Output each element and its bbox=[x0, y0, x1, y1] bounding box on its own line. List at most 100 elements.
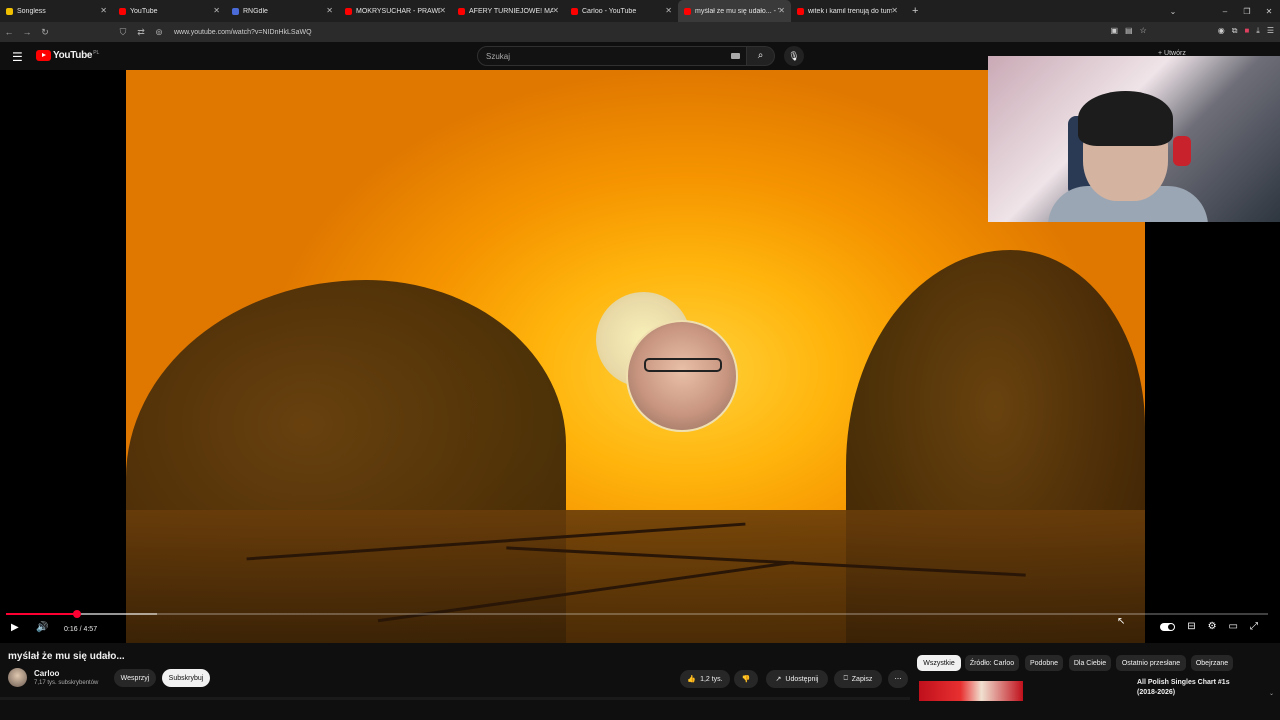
bookmark-star-icon[interactable]: ☆ bbox=[1140, 26, 1147, 36]
search-button[interactable]: ⌕ bbox=[747, 46, 775, 66]
search-placeholder: Szukaj bbox=[486, 52, 511, 61]
subtitles-icon[interactable]: ⊟ bbox=[1187, 621, 1195, 632]
browser-tab[interactable]: YouTube ✕ bbox=[113, 0, 226, 22]
tab-close-icon[interactable]: ✕ bbox=[439, 6, 446, 15]
tab-title: YouTube bbox=[130, 7, 158, 15]
microphone-icon: 🎙 bbox=[788, 51, 800, 61]
browser-tab[interactable]: RNGdle ✕ bbox=[226, 0, 339, 22]
thumbs-down-icon: 👎 bbox=[741, 676, 751, 683]
filter-chip[interactable]: Dla Ciebie bbox=[1069, 655, 1111, 671]
recommended-title[interactable]: All Polish Singles Chart #1s (2018-2026) bbox=[1137, 678, 1247, 698]
sun-face-overlay bbox=[626, 320, 738, 432]
forward-icon[interactable]: → bbox=[18, 27, 36, 37]
share-icon: ↗ bbox=[775, 676, 782, 683]
webcam-overlay bbox=[988, 56, 1280, 222]
reload-icon[interactable]: ↻ bbox=[36, 27, 54, 38]
settings-icon[interactable]: ⚙ bbox=[1208, 621, 1217, 632]
miniplayer-icon[interactable]: ▭ bbox=[1229, 621, 1238, 632]
new-tab-button[interactable]: + bbox=[912, 5, 918, 17]
shield-icon[interactable]: ⛉ bbox=[114, 27, 132, 38]
browser-tab[interactable]: myślał że mu się udało... - YouT✕ bbox=[678, 0, 791, 22]
dislike-button[interactable]: 👎 bbox=[734, 670, 758, 688]
window-controls: ⌄ – ❐ ✕ bbox=[1162, 0, 1280, 22]
tab-close-icon[interactable]: ✕ bbox=[891, 6, 898, 15]
logo-country: PL bbox=[93, 49, 100, 56]
page-scroll-divider bbox=[0, 697, 910, 700]
url-field[interactable]: www.youtube.com/watch?v=NIDnHkLSaWQ bbox=[174, 29, 312, 36]
filter-chip[interactable]: Obejrzane bbox=[1191, 655, 1233, 671]
more-icon: ⋯ bbox=[894, 676, 902, 683]
minimize-icon[interactable]: – bbox=[1214, 7, 1236, 16]
extension-icon[interactable]: ■ bbox=[1244, 26, 1249, 36]
browser-tab[interactable]: MOKRYSUCHAR - PRAWDZIWA✕ bbox=[339, 0, 452, 22]
browser-tab[interactable]: AFERY TURNIEJOWE! MAMMO✕ bbox=[452, 0, 565, 22]
filter-chip[interactable]: Podobne bbox=[1025, 655, 1063, 671]
tab-search-icon[interactable]: ⌄ bbox=[1162, 7, 1184, 16]
hamburger-icon[interactable]: ☰ bbox=[12, 50, 23, 64]
more-actions-button[interactable]: ⋯ bbox=[888, 670, 908, 688]
downloads-icon[interactable]: ⤓ bbox=[1256, 26, 1260, 36]
bookmark-icon: ⎕ bbox=[843, 675, 848, 682]
address-bar: ← → ↻ ⛉ ⇄ ⊚ www.youtube.com/watch?v=NIDn… bbox=[0, 22, 1280, 42]
progress-played bbox=[6, 613, 77, 615]
back-icon[interactable]: ← bbox=[0, 27, 18, 37]
tab-favicon-icon bbox=[345, 7, 352, 15]
filter-chip[interactable]: Ostatnio przesłane bbox=[1116, 655, 1186, 671]
site-settings-icon[interactable]: ⇄ bbox=[132, 27, 150, 38]
filter-chip[interactable]: Wszystkie bbox=[917, 655, 961, 671]
tab-title: RNGdle bbox=[243, 7, 268, 15]
voice-search-button[interactable]: 🎙 bbox=[784, 46, 804, 66]
lock-icon[interactable]: ⊚ bbox=[150, 27, 168, 38]
tab-favicon-icon bbox=[119, 7, 126, 15]
tab-close-icon[interactable]: ✕ bbox=[100, 6, 107, 15]
tab-close-icon[interactable]: ✕ bbox=[326, 6, 333, 15]
player-right-controls: ⊟ ⚙ ▭ ⤢ bbox=[1160, 621, 1258, 632]
support-button[interactable]: Wesprzyj bbox=[114, 669, 156, 687]
tab-favicon-icon bbox=[6, 7, 13, 15]
tab-close-icon[interactable]: ✕ bbox=[552, 6, 559, 15]
scroll-down-icon[interactable]: ⌄ bbox=[1269, 690, 1274, 697]
browser-tab[interactable]: Songless ✕ bbox=[0, 0, 113, 22]
channel-name[interactable]: Carloo bbox=[34, 669, 59, 678]
recommended-thumbnail[interactable] bbox=[919, 681, 1023, 701]
filter-chip[interactable]: Źródło: Carloo bbox=[965, 655, 1019, 671]
tab-title: MOKRYSUCHAR - PRAWDZIWA bbox=[356, 7, 440, 15]
tab-favicon-icon bbox=[571, 7, 578, 15]
like-button[interactable]: 👍 1,2 tys. bbox=[680, 670, 730, 688]
subscribe-button[interactable]: Subskrybuj bbox=[162, 669, 210, 687]
browser-tab-bar: Songless ✕ YouTube ✕ RNGdle ✕ MOKRYSUCHAR - PR… bbox=[0, 0, 1280, 22]
progress-bar[interactable] bbox=[6, 610, 1268, 618]
youtube-logo[interactable]: YouTube PL bbox=[36, 50, 99, 61]
tab-title: witek i kamil trenują do turniej bbox=[808, 7, 892, 15]
share-button[interactable]: ↗ Udostępnij bbox=[766, 670, 828, 688]
reader-icon[interactable]: ▤ bbox=[1125, 26, 1133, 36]
tab-title: AFERY TURNIEJOWE! MAMMO bbox=[469, 7, 553, 15]
keyboard-icon[interactable] bbox=[731, 53, 740, 59]
autoplay-toggle[interactable] bbox=[1160, 622, 1176, 631]
close-window-icon[interactable]: ✕ bbox=[1258, 7, 1280, 16]
time-display: 0:16 / 4:57 bbox=[64, 626, 98, 633]
tab-close-icon[interactable]: ✕ bbox=[213, 6, 220, 15]
save-button[interactable]: ⎕ Zapisz bbox=[834, 670, 882, 688]
account-icon[interactable]: ◉ bbox=[1218, 26, 1225, 36]
browser-menu-icon[interactable]: ☰ bbox=[1267, 26, 1274, 36]
tab-favicon-icon bbox=[684, 7, 691, 15]
tab-close-icon[interactable]: ✕ bbox=[665, 6, 672, 15]
tab-title: Songless bbox=[17, 7, 46, 15]
browser-tab[interactable]: Carloo - YouTube ✕ bbox=[565, 0, 678, 22]
tab-close-icon[interactable]: ✕ bbox=[778, 6, 785, 15]
tab-title: myślał że mu się udało... - YouT bbox=[695, 7, 779, 15]
fullscreen-icon[interactable]: ⤢ bbox=[1250, 621, 1258, 632]
subscriber-count: 7,17 tys. subskrybentów bbox=[34, 680, 99, 686]
channel-avatar[interactable] bbox=[8, 668, 27, 687]
search-input[interactable]: Szukaj bbox=[477, 46, 747, 66]
browser-tab[interactable]: witek i kamil trenują do turniej ✕ bbox=[791, 0, 904, 22]
youtube-play-icon bbox=[36, 50, 51, 61]
play-button[interactable]: ▶ bbox=[11, 622, 19, 633]
progress-scrubber[interactable] bbox=[72, 610, 81, 618]
volume-icon[interactable]: 🔊 bbox=[36, 622, 48, 633]
restore-icon[interactable]: ❐ bbox=[1236, 7, 1258, 16]
extensions-icon[interactable]: ⧉ bbox=[1232, 26, 1238, 36]
tab-favicon-icon bbox=[458, 7, 465, 15]
screenshot-icon[interactable]: ▣ bbox=[1110, 26, 1118, 36]
